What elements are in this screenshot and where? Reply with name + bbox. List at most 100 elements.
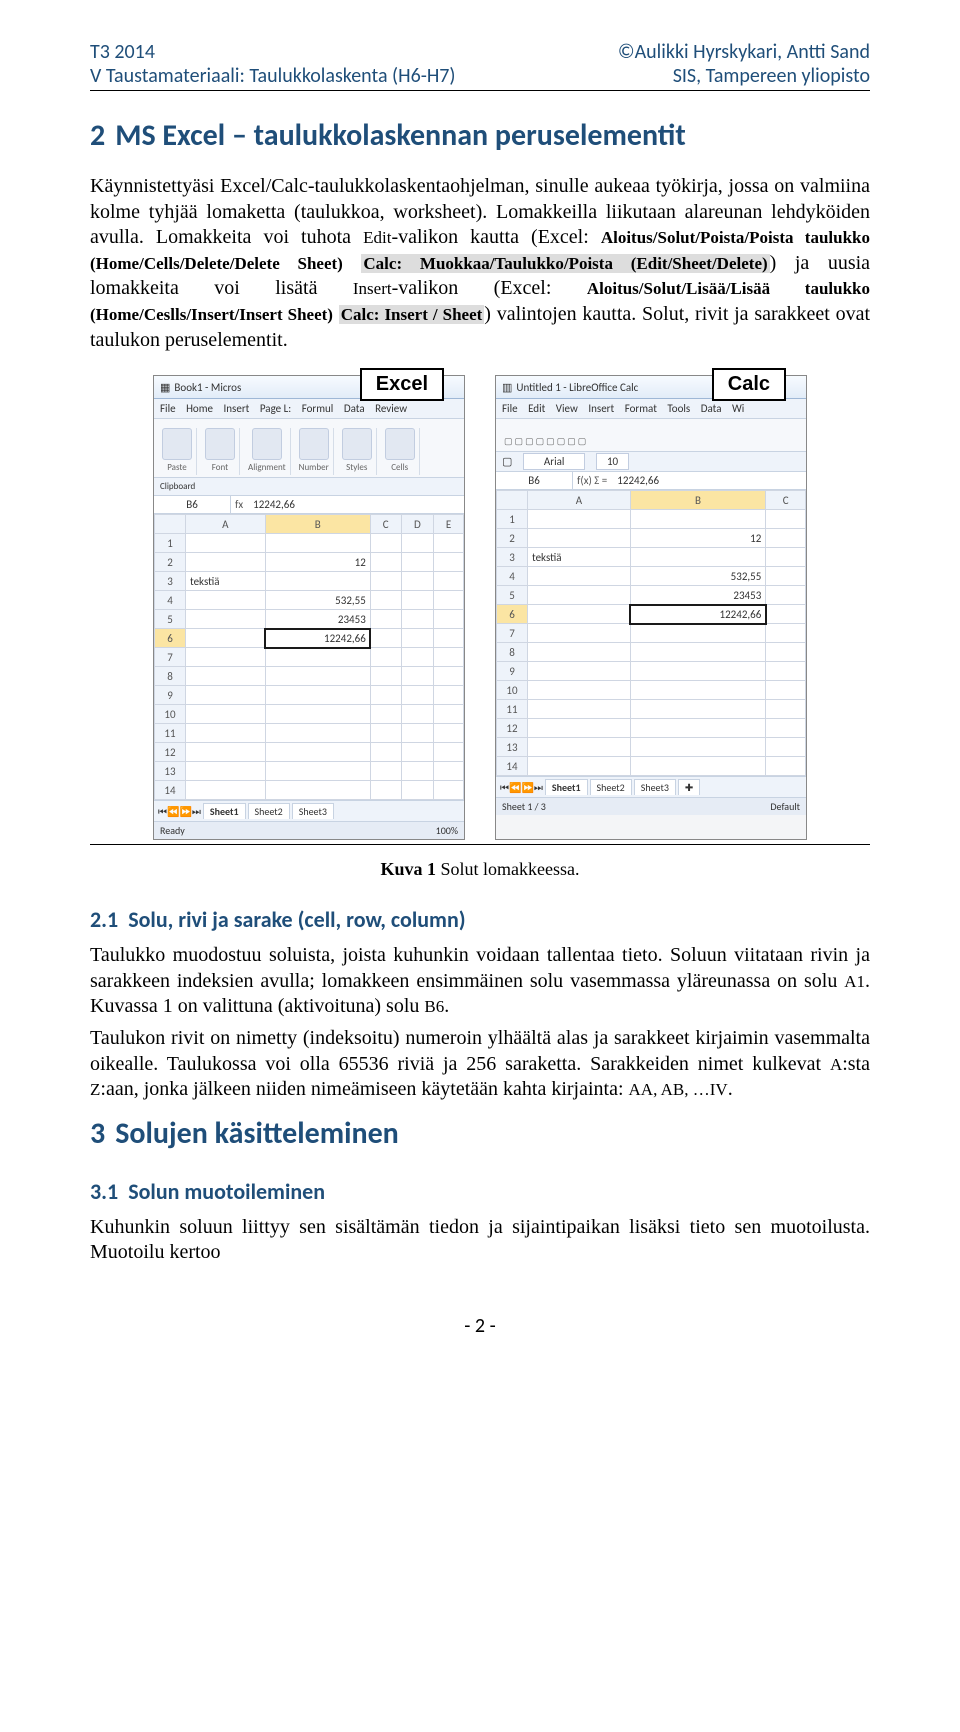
- calc-row-header[interactable]: 5: [497, 586, 528, 605]
- calc-col-header[interactable]: B: [630, 491, 766, 510]
- calc-menu-item[interactable]: File: [502, 402, 518, 415]
- excel-name-box[interactable]: B6: [154, 496, 231, 513]
- caption-number: Kuva 1: [381, 859, 437, 879]
- calc-grid[interactable]: A B C 1 2 12 3tekstiä 4 532,55 5 23453 6 122…: [496, 490, 806, 776]
- calc-toolbar-icons[interactable]: ▢ ▢ ▢ ▢ ▢ ▢ ▢ ▢: [500, 436, 590, 449]
- calc-row-header[interactable]: 2: [497, 529, 528, 548]
- excel-row-header[interactable]: 5: [155, 610, 186, 629]
- calc-fx-icon[interactable]: f(x) Σ =: [573, 472, 611, 489]
- txt: Taulukon rivit on nimetty (indeksoitu) n…: [90, 1027, 870, 1075]
- cell[interactable]: tekstiä: [528, 548, 631, 567]
- calc-row-header[interactable]: 6: [497, 605, 528, 624]
- calc-formula-input[interactable]: 12242,66: [611, 472, 806, 489]
- calc-add-sheet[interactable]: ✚: [678, 779, 700, 795]
- excel-tab[interactable]: Home: [186, 402, 213, 415]
- excel-row-header[interactable]: 2: [155, 553, 186, 572]
- cell[interactable]: tekstiä: [186, 572, 266, 591]
- excel-ribbon-group[interactable]: Number: [295, 428, 334, 475]
- excel-col-corner[interactable]: [155, 515, 186, 534]
- excel-row-header[interactable]: 9: [155, 686, 186, 705]
- excel-col-header[interactable]: C: [370, 515, 401, 534]
- calc-menu-item[interactable]: Tools: [667, 402, 690, 415]
- calc-screenshot: Calc ▥ Untitled 1 - LibreOffice Calc Fil…: [495, 375, 807, 840]
- excel-zoom[interactable]: 100%: [436, 824, 458, 837]
- cell[interactable]: 23453: [630, 586, 766, 605]
- excel-sheet-tab[interactable]: Sheet1: [203, 803, 246, 819]
- excel-tab[interactable]: File: [160, 402, 176, 415]
- calc-fontsize-select[interactable]: 10: [596, 453, 629, 470]
- excel-row-header[interactable]: 8: [155, 667, 186, 686]
- calc-row-header[interactable]: 10: [497, 681, 528, 700]
- calc-menu-item[interactable]: Wi: [732, 402, 744, 415]
- txt-AAIV: AA, AB, …IV: [629, 1080, 728, 1099]
- calc-col-corner[interactable]: [497, 491, 528, 510]
- calc-sheet-tab[interactable]: Sheet2: [590, 779, 632, 795]
- excel-row-header[interactable]: 7: [155, 648, 186, 667]
- calc-menu-item[interactable]: View: [556, 402, 578, 415]
- excel-ribbon-group[interactable]: Paste: [158, 428, 197, 475]
- excel-ribbon-group[interactable]: Alignment: [244, 428, 291, 475]
- excel-row-header[interactable]: 14: [155, 781, 186, 800]
- excel-ribbon-group[interactable]: Cells: [381, 428, 420, 475]
- calc-name-box[interactable]: B6: [496, 472, 573, 489]
- nav-arrows-icon[interactable]: ⏮⏪⏩⏭: [500, 781, 543, 794]
- excel-col-header[interactable]: A: [186, 515, 266, 534]
- calc-row-header[interactable]: 11: [497, 700, 528, 719]
- txt: Taulukko muodostuu soluista, joista kuhu…: [90, 944, 870, 992]
- cell-selected[interactable]: 12242,66: [630, 605, 766, 624]
- excel-ribbon-group[interactable]: Styles: [338, 428, 377, 475]
- excel-tab[interactable]: Insert: [224, 402, 250, 415]
- excel-ribbon-group[interactable]: Font: [201, 428, 240, 475]
- excel-status-bar: Ready 100%: [154, 821, 464, 839]
- excel-fx-icon[interactable]: fx: [231, 496, 247, 513]
- cell[interactable]: 12: [630, 529, 766, 548]
- calc-font-select[interactable]: Arial: [523, 453, 586, 470]
- calc-col-header[interactable]: A: [528, 491, 631, 510]
- excel-row-header[interactable]: 6: [155, 629, 186, 648]
- excel-col-header[interactable]: D: [401, 515, 434, 534]
- calc-menu-item[interactable]: Insert: [588, 402, 614, 415]
- cell-selected[interactable]: 12242,66: [265, 629, 370, 648]
- calc-row-header[interactable]: 4: [497, 567, 528, 586]
- calc-col-header[interactable]: C: [766, 491, 806, 510]
- cell[interactable]: 532,55: [265, 591, 370, 610]
- excel-row-header[interactable]: 12: [155, 743, 186, 762]
- excel-row-header[interactable]: 11: [155, 724, 186, 743]
- excel-sheet-tab[interactable]: Sheet2: [248, 803, 290, 819]
- excel-formula-input[interactable]: 12242,66: [247, 496, 464, 513]
- txt-path-calc1: Calc: Muokkaa/Taulukko/Poista (Edit/Shee…: [361, 254, 769, 273]
- cell[interactable]: 532,55: [630, 567, 766, 586]
- txt: -valikon kautta (Excel:: [391, 226, 600, 248]
- section31-para: Kuhunkin soluun liittyy sen sisältämän t…: [90, 1215, 870, 1266]
- excel-row-header[interactable]: 10: [155, 705, 186, 724]
- calc-menu-item[interactable]: Data: [701, 402, 722, 415]
- calc-menu-item[interactable]: Edit: [528, 402, 545, 415]
- calc-row-header[interactable]: 12: [497, 719, 528, 738]
- calc-sheet-tab[interactable]: Sheet3: [634, 779, 676, 795]
- excel-row-header[interactable]: 4: [155, 591, 186, 610]
- calc-font-bar: ▢ Arial 10: [496, 452, 806, 472]
- excel-tab[interactable]: Page L:: [260, 402, 291, 415]
- excel-row-header[interactable]: 3: [155, 572, 186, 591]
- excel-sheet-tab[interactable]: Sheet3: [292, 803, 334, 819]
- calc-row-header[interactable]: 3: [497, 548, 528, 567]
- calc-row-header[interactable]: 9: [497, 662, 528, 681]
- excel-col-header[interactable]: E: [434, 515, 464, 534]
- calc-row-header[interactable]: 13: [497, 738, 528, 757]
- calc-row-header[interactable]: 14: [497, 757, 528, 776]
- calc-row-header[interactable]: 1: [497, 510, 528, 529]
- calc-menu-item[interactable]: Format: [625, 402, 657, 415]
- calc-sheet-tab[interactable]: Sheet1: [545, 779, 588, 795]
- excel-tab[interactable]: Review: [375, 402, 407, 415]
- excel-row-header[interactable]: 1: [155, 534, 186, 553]
- excel-grid[interactable]: A B C D E 1 212 3tekstiä 4532,55 523453 …: [154, 514, 464, 800]
- excel-tab[interactable]: Data: [344, 402, 365, 415]
- calc-row-header[interactable]: 8: [497, 643, 528, 662]
- excel-tab[interactable]: Formul: [302, 402, 334, 415]
- calc-row-header[interactable]: 7: [497, 624, 528, 643]
- excel-row-header[interactable]: 13: [155, 762, 186, 781]
- excel-col-header[interactable]: B: [265, 515, 370, 534]
- cell[interactable]: 23453: [265, 610, 370, 629]
- nav-arrows-icon[interactable]: ⏮⏪⏩⏭: [158, 805, 201, 818]
- cell[interactable]: 12: [265, 553, 370, 572]
